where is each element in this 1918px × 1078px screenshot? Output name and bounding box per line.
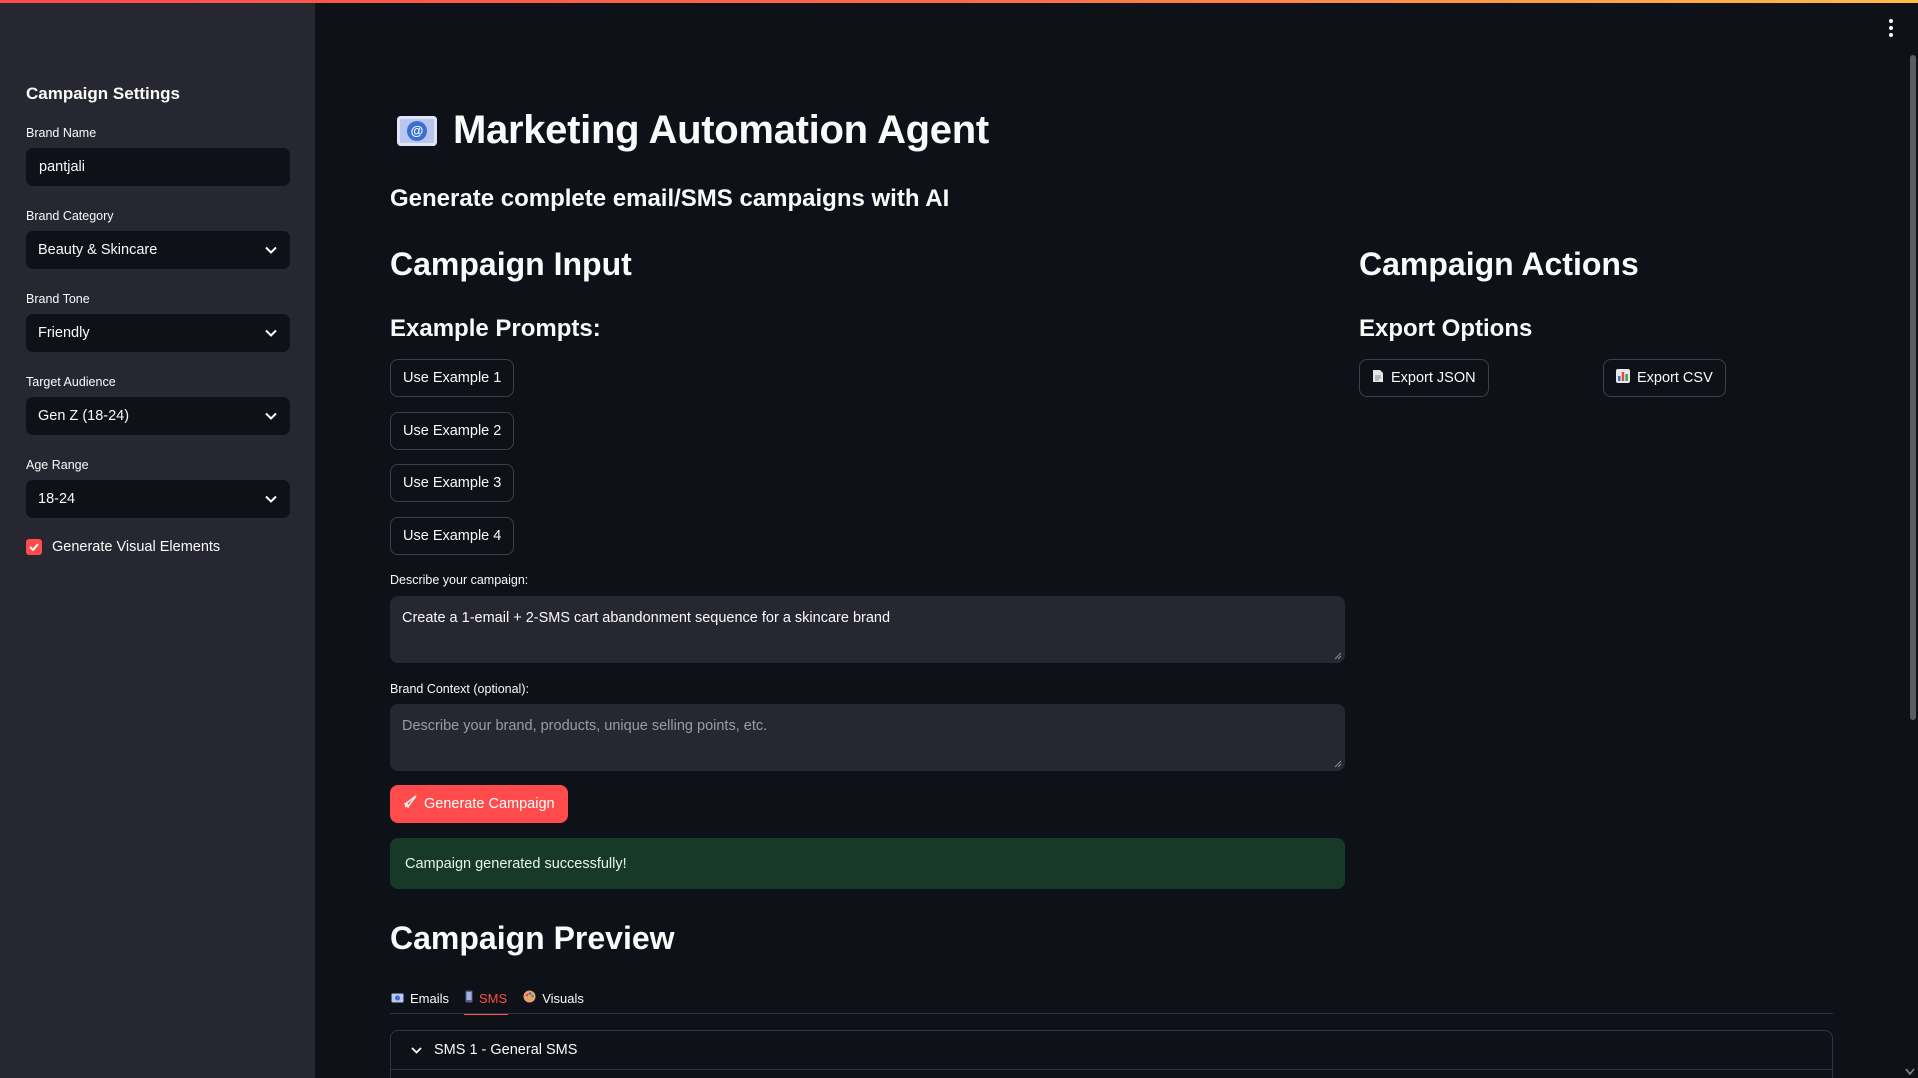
brand-tone-label: Brand Tone <box>26 292 90 306</box>
main-menu-icon[interactable] <box>1884 16 1898 40</box>
vertical-scrollbar[interactable] <box>1910 55 1916 720</box>
success-message: Campaign generated successfully! <box>405 855 627 872</box>
brand-name-label: Brand Name <box>26 126 97 140</box>
chevron-down-icon <box>264 243 278 257</box>
resize-handle-icon[interactable] <box>1334 652 1342 660</box>
target-audience-value: Gen Z (18-24) <box>38 408 130 424</box>
campaign-input-heading: Campaign Input <box>390 246 632 282</box>
generate-visuals-checkbox[interactable] <box>26 539 42 555</box>
resize-handle-icon[interactable] <box>1334 760 1342 768</box>
sidebar-title: Campaign Settings <box>26 84 180 103</box>
brand-tone-select[interactable]: Friendly <box>26 314 290 352</box>
chevron-down-icon <box>264 326 278 340</box>
export-json-button[interactable]: Export JSON <box>1359 359 1489 397</box>
export-csv-label: Export CSV <box>1637 370 1713 386</box>
brand-category-value: Beauty & Skincare <box>38 242 158 258</box>
target-audience-label: Target Audience <box>26 375 116 389</box>
tab-divider <box>390 1013 1833 1014</box>
scroll-down-arrow-icon[interactable] <box>1905 1068 1915 1076</box>
export-csv-button[interactable]: Export CSV <box>1603 359 1726 397</box>
describe-campaign-textarea[interactable]: Create a 1-email + 2-SMS cart abandonmen… <box>390 596 1345 663</box>
brand-category-select[interactable]: Beauty & Skincare <box>26 231 290 269</box>
phone-icon <box>465 990 473 1006</box>
brand-context-textarea[interactable]: Describe your brand, products, unique se… <box>390 704 1345 771</box>
brand-tone-value: Friendly <box>38 325 90 341</box>
describe-campaign-label: Describe your campaign: <box>390 573 529 587</box>
tab-emails-label: Emails <box>410 990 450 1006</box>
use-example-2-button[interactable]: Use Example 2 <box>390 412 515 450</box>
brand-category-label: Brand Category <box>26 209 114 223</box>
sms-expander: SMS 1 - General SMS <box>390 1030 1833 1078</box>
describe-campaign-value: Create a 1-email + 2-SMS cart abandonmen… <box>402 610 891 626</box>
sidebar: Campaign Settings Brand Name pantjali Br… <box>0 0 315 1078</box>
email-icon: @ <box>397 115 437 146</box>
email-icon <box>391 991 404 1006</box>
use-example-1-button[interactable]: Use Example 1 <box>390 359 515 397</box>
page-header: @ Marketing Automation Agent <box>397 108 989 153</box>
tab-sms[interactable]: SMS <box>464 983 509 1015</box>
use-example-4-button[interactable]: Use Example 4 <box>390 517 515 555</box>
chevron-down-icon <box>411 1042 422 1058</box>
tab-visuals[interactable]: Visuals <box>522 983 585 1013</box>
sms-expander-title: SMS 1 - General SMS <box>434 1042 578 1058</box>
generate-visuals-label: Generate Visual Elements <box>52 539 221 555</box>
export-json-label: Export JSON <box>1391 370 1476 386</box>
age-range-select[interactable]: 18-24 <box>26 480 290 518</box>
age-range-value: 18-24 <box>38 491 76 507</box>
use-example-3-button[interactable]: Use Example 3 <box>390 464 515 502</box>
example-prompts-heading: Example Prompts: <box>390 315 601 342</box>
document-icon <box>1372 369 1384 387</box>
palette-icon <box>523 990 536 1006</box>
tab-sms-label: SMS <box>479 990 508 1006</box>
brand-name-value: pantjali <box>39 159 85 175</box>
bar-chart-icon <box>1616 369 1630 387</box>
brand-name-input[interactable]: pantjali <box>26 148 290 186</box>
top-decoration-bar <box>0 0 1918 3</box>
chevron-down-icon <box>264 492 278 506</box>
page-title: Marketing Automation Agent <box>453 108 989 152</box>
brand-context-placeholder: Describe your brand, products, unique se… <box>402 718 768 734</box>
age-range-label: Age Range <box>26 458 89 472</box>
target-audience-select[interactable]: Gen Z (18-24) <box>26 397 290 435</box>
generate-visuals-checkbox-row[interactable]: Generate Visual Elements <box>26 539 289 555</box>
campaign-preview-heading: Campaign Preview <box>390 920 675 956</box>
brand-context-label: Brand Context (optional): <box>390 682 529 696</box>
preview-tabs: Emails SMS Visuals <box>390 983 585 1015</box>
rocket-icon <box>403 795 417 813</box>
expander-divider <box>391 1069 1832 1070</box>
generate-campaign-button[interactable]: Generate Campaign <box>390 785 568 823</box>
tab-emails[interactable]: Emails <box>390 983 450 1013</box>
export-options-heading: Export Options <box>1359 315 1533 342</box>
success-alert: Campaign generated successfully! <box>390 838 1345 889</box>
chevron-down-icon <box>264 409 278 423</box>
tab-visuals-label: Visuals <box>542 990 584 1006</box>
campaign-actions-heading: Campaign Actions <box>1359 246 1639 282</box>
generate-campaign-label: Generate Campaign <box>424 796 555 812</box>
sms-expander-header[interactable]: SMS 1 - General SMS <box>391 1031 1832 1069</box>
page-subtitle: Generate complete email/SMS campaigns wi… <box>390 185 950 212</box>
